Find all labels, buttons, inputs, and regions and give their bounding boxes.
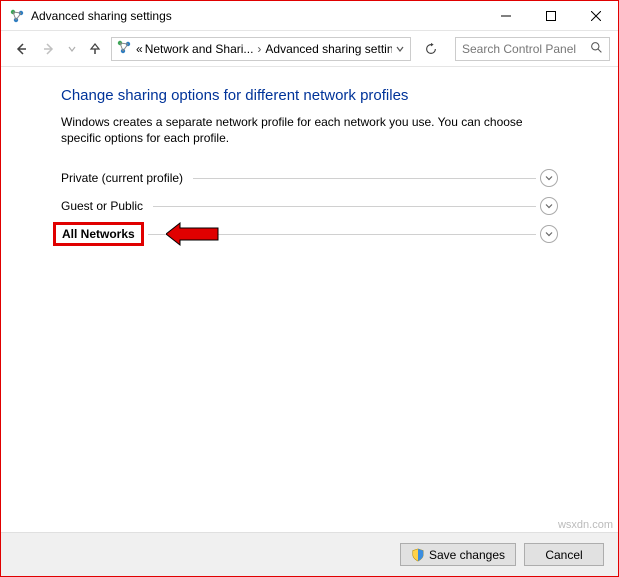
forward-button[interactable] [37,37,61,61]
annotation-arrow [166,221,220,247]
shield-icon [411,548,425,562]
address-dropdown[interactable] [392,45,408,53]
search-icon [590,41,603,57]
cancel-button-label: Cancel [545,548,582,562]
page-heading: Change sharing options for different net… [61,87,558,104]
network-icon [9,8,25,24]
watermark: wsxdn.com [558,519,613,531]
section-label: Guest or Public [61,199,149,213]
section-label-highlighted: All Networks [53,222,144,246]
divider [153,206,536,207]
section-label: Private (current profile) [61,171,189,185]
divider [193,178,536,179]
network-icon [116,39,132,58]
chevron-down-icon[interactable] [540,225,558,243]
address-bar[interactable]: « Network and Shari... › Advanced sharin… [111,37,411,61]
section-private[interactable]: Private (current profile) [61,164,558,192]
save-button-label: Save changes [429,548,505,562]
breadcrumb: « Network and Shari... › Advanced sharin… [136,42,392,56]
maximize-button[interactable] [528,1,573,31]
minimize-button[interactable] [483,1,528,31]
footer: Save changes Cancel [1,532,618,576]
window-title: Advanced sharing settings [31,9,483,23]
recent-dropdown[interactable] [65,37,79,61]
section-all-networks[interactable]: All Networks [61,220,558,248]
breadcrumb-item[interactable]: Network and Shari... [145,42,254,56]
back-button[interactable] [9,37,33,61]
chevron-down-icon[interactable] [540,169,558,187]
search-input[interactable] [462,42,603,56]
breadcrumb-item[interactable]: Advanced sharing settings [265,42,392,56]
content-area: Change sharing options for different net… [1,67,618,532]
search-box[interactable] [455,37,610,61]
chevron-down-icon[interactable] [540,197,558,215]
refresh-button[interactable] [419,37,443,61]
breadcrumb-prefix[interactable]: « [136,42,143,56]
save-changes-button[interactable]: Save changes [400,543,516,566]
page-description: Windows creates a separate network profi… [61,114,558,146]
navbar: « Network and Shari... › Advanced sharin… [1,31,618,67]
section-guest[interactable]: Guest or Public [61,192,558,220]
close-button[interactable] [573,1,618,31]
up-button[interactable] [83,37,107,61]
titlebar: Advanced sharing settings [1,1,618,31]
chevron-right-icon: › [255,42,263,56]
cancel-button[interactable]: Cancel [524,543,604,566]
